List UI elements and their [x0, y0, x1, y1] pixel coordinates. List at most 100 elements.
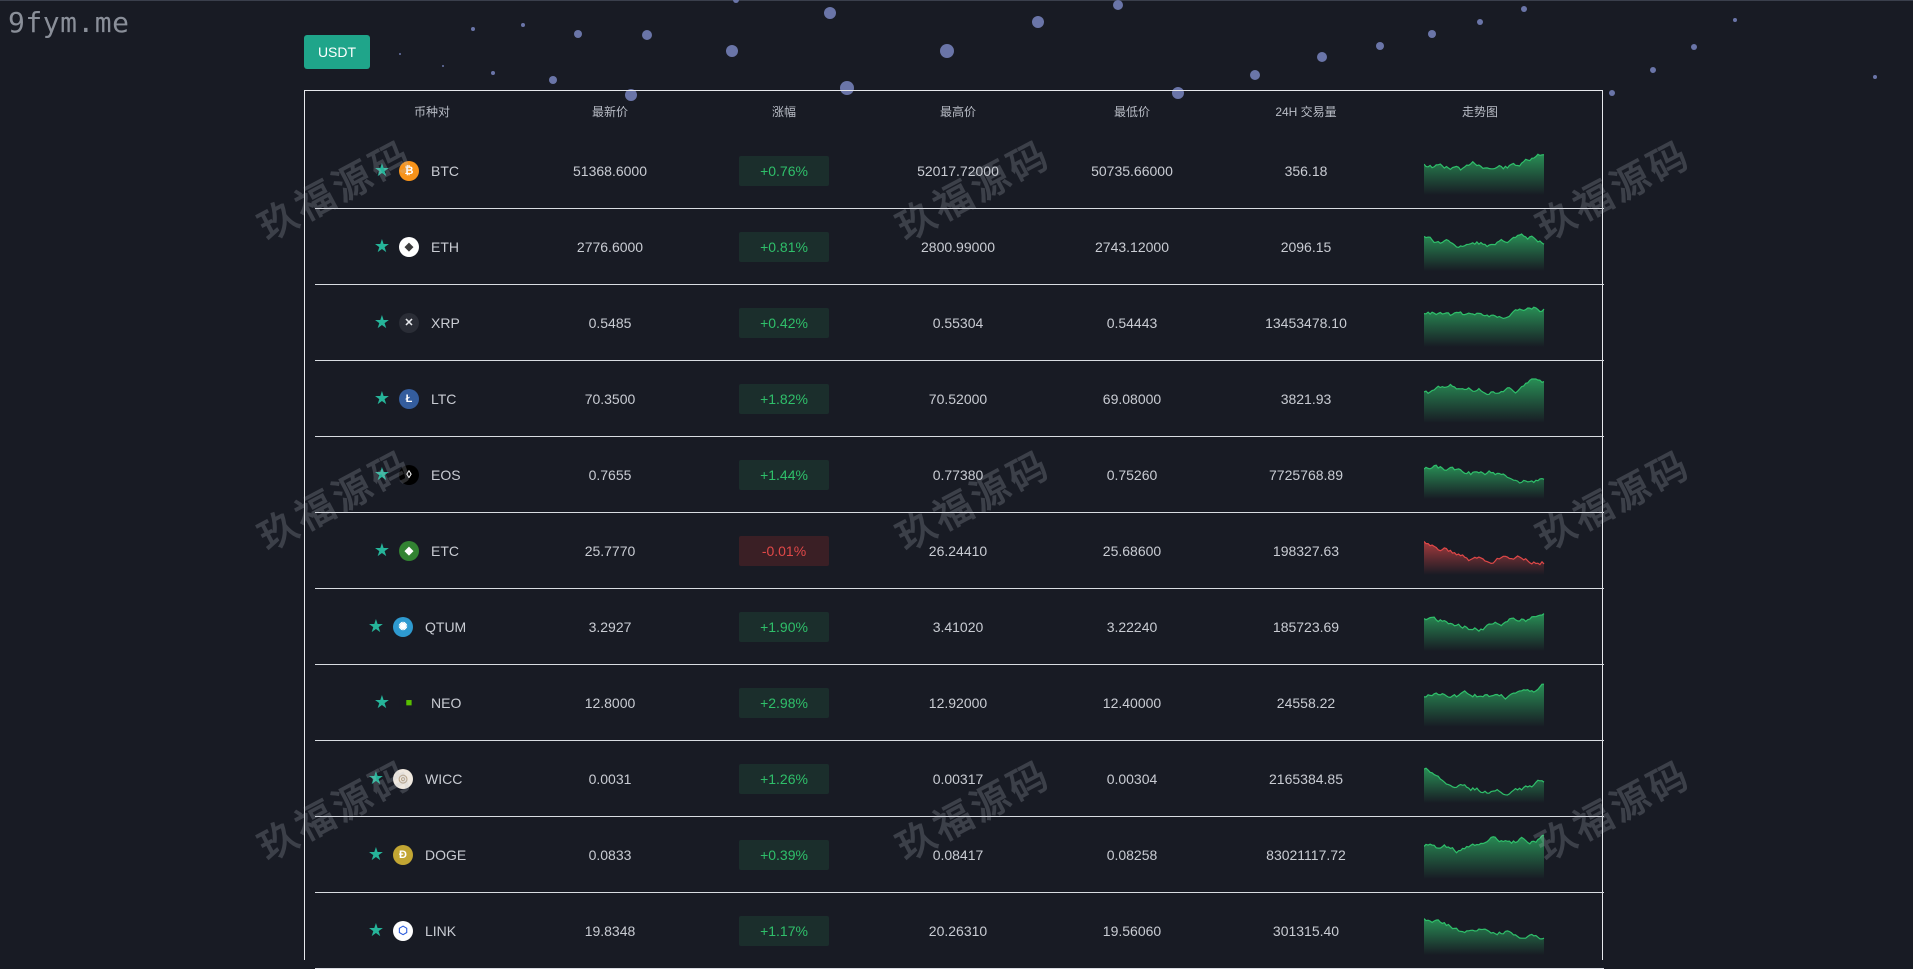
favorite-star-icon[interactable]: ★ [367, 769, 385, 787]
quote-usdt-button[interactable]: USDT [304, 35, 370, 69]
particle-dot [1650, 67, 1656, 73]
favorite-star-icon[interactable]: ★ [373, 237, 391, 255]
volume-24h: 83021117.72 [1266, 847, 1346, 863]
favorite-star-icon[interactable]: ★ [373, 465, 391, 483]
dogecoin-icon: Ð [393, 845, 413, 865]
trend-sparkline [1424, 767, 1545, 803]
sparkline-area [1424, 465, 1544, 499]
pair-cell: ★ ✕ XRP [315, 285, 565, 361]
eos-icon: ◊ [399, 465, 419, 485]
change-badge: +2.98% [739, 688, 829, 718]
high-price: 0.00317 [932, 771, 984, 787]
table-row[interactable]: ★ ₿ BTC 51368.6000 52017.72000 50735.66000 356… [315, 133, 1604, 209]
sparkline-area [1424, 613, 1544, 651]
header-low: 最低价 [1113, 105, 1150, 119]
particle-dot [1428, 30, 1436, 38]
high-price: 0.77380 [932, 467, 984, 483]
particle-dot [491, 71, 495, 75]
volume-24h: 2096.15 [1280, 239, 1332, 255]
pair-cell: ★ ■ NEO [315, 665, 565, 741]
pair-symbol: XRP [431, 315, 460, 331]
pair-cell: ★ ◆ ETC [315, 513, 565, 589]
particle-dot [574, 30, 582, 38]
pair-cell: ★ ◎ WICC [315, 741, 565, 817]
volume-24h: 3821.93 [1280, 391, 1332, 407]
change-badge: +1.17% [739, 916, 829, 946]
pair-cell: ★ Ł LTC [315, 361, 565, 437]
last-price: 51368.6000 [573, 163, 647, 179]
table-row[interactable]: ★ ◆ ETH 2776.6000 2800.99000 2743.12000 2096.1… [315, 209, 1604, 285]
ripple-icon: ✕ [399, 313, 419, 333]
ethereum-icon: ◆ [399, 237, 419, 257]
header-trend: 走势图 [1461, 105, 1498, 119]
table-row[interactable]: ★ ✕ XRP 0.5485 0.55304 0.54443 13453478.10 +0.4… [315, 285, 1604, 361]
change-badge: -0.01% [739, 536, 829, 566]
particle-dot [1113, 0, 1123, 10]
low-price: 69.08000 [1102, 391, 1162, 407]
change-badge: +1.26% [739, 764, 829, 794]
header-volume: 24H 交易量 [1275, 105, 1337, 119]
chainlink-icon: ⬡ [393, 921, 413, 941]
table-row[interactable]: ★ Ł LTC 70.3500 70.52000 69.08000 3821.93 +1.82… [315, 361, 1604, 437]
favorite-star-icon[interactable]: ★ [373, 313, 391, 331]
pair-cell: ★ ₿ BTC [315, 133, 565, 209]
favorite-star-icon[interactable]: ★ [373, 389, 391, 407]
qtum-icon: ✺ [393, 617, 413, 637]
site-watermark: 9fym.me [8, 6, 130, 39]
favorite-star-icon[interactable]: ★ [373, 161, 391, 179]
sparkline-area [1424, 379, 1544, 423]
table-row[interactable]: ★ ◊ EOS 0.7655 0.77380 0.75260 7725768.89 +1.44… [315, 437, 1604, 513]
trend-sparkline [1424, 834, 1545, 879]
pair-symbol: ETC [431, 543, 459, 559]
particle-dot [1376, 42, 1384, 50]
table-row[interactable]: ★ ■ NEO 12.8000 12.92000 12.40000 24558.22 +2.9… [315, 665, 1604, 741]
low-price: 12.40000 [1102, 695, 1162, 711]
volume-24h: 13453478.10 [1265, 315, 1347, 331]
favorite-star-icon[interactable]: ★ [373, 541, 391, 559]
volume-24h: 198327.63 [1272, 543, 1340, 559]
high-price: 0.55304 [932, 315, 984, 331]
trend-sparkline [1424, 306, 1545, 347]
table-row[interactable]: ★ ⬡ LINK 19.8348 20.26310 19.56060 301315.40 +1… [315, 893, 1604, 969]
particle-dot [549, 76, 557, 84]
pair-symbol: WICC [425, 771, 463, 787]
table-row[interactable]: ★ Ð DOGE 0.0833 0.08417 0.08258 83021117.72 +0.… [315, 817, 1604, 893]
low-price: 25.68600 [1102, 543, 1162, 559]
pair-cell: ★ Ð DOGE [315, 817, 565, 893]
volume-24h: 301315.40 [1272, 923, 1340, 939]
favorite-star-icon[interactable]: ★ [367, 617, 385, 635]
favorite-star-icon[interactable]: ★ [367, 921, 385, 939]
low-price: 3.22240 [1106, 619, 1158, 635]
table-row[interactable]: ★ ◎ WICC 0.0031 0.00317 0.00304 2165384.85 +1.2… [315, 741, 1604, 817]
particle-dot [940, 44, 954, 58]
pair-symbol: LTC [431, 391, 457, 407]
last-price: 0.0031 [588, 771, 632, 787]
trend-sparkline [1424, 613, 1545, 651]
particle-dot [1477, 19, 1483, 25]
last-price: 25.7770 [584, 543, 636, 559]
table-row[interactable]: ★ ◆ ETC 25.7770 26.24410 25.68600 198327.63 -0.… [315, 513, 1604, 589]
change-badge: +0.76% [739, 156, 829, 186]
pair-symbol: DOGE [425, 847, 467, 863]
header-pair: 币种对 [413, 105, 450, 119]
pair-symbol: ETH [431, 239, 459, 255]
trend-sparkline [1424, 153, 1545, 195]
pair-symbol: LINK [425, 923, 457, 939]
trend-sparkline [1424, 683, 1544, 727]
sparkline-area [1424, 234, 1544, 271]
volume-24h: 356.18 [1284, 163, 1328, 179]
volume-24h: 185723.69 [1272, 619, 1340, 635]
particle-dot [1609, 90, 1615, 96]
favorite-star-icon[interactable]: ★ [373, 693, 391, 711]
table-row[interactable]: ★ ✺ QTUM 3.2927 3.41020 3.22240 185723.69 +1.90… [315, 589, 1604, 665]
last-price: 70.3500 [584, 391, 636, 407]
favorite-star-icon[interactable]: ★ [367, 845, 385, 863]
pair-cell: ★ ◆ ETH [315, 209, 565, 285]
header-high: 最高价 [939, 105, 976, 119]
change-badge: +1.90% [739, 612, 829, 642]
bitcoin-icon: ₿ [399, 161, 419, 181]
litecoin-icon: Ł [399, 389, 419, 409]
top-border [0, 0, 1913, 1]
low-price: 0.08258 [1106, 847, 1158, 863]
trend-sparkline [1424, 540, 1545, 575]
